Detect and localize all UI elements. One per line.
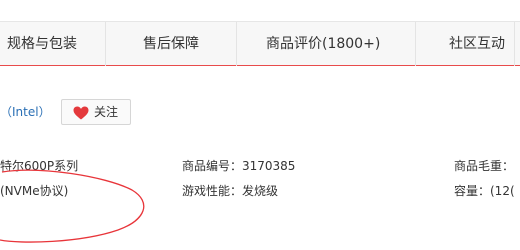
tab-divider — [514, 22, 515, 66]
tab-specs-packaging[interactable]: 规格与包装 — [7, 22, 77, 66]
param-gaming-performance: 游戏性能：发烧级 — [182, 184, 279, 198]
tab-divider — [236, 22, 237, 66]
product-tab-bar: 规格与包装 售后保障 商品评价(1800+) 社区互动 — [0, 21, 520, 66]
tab-after-sales[interactable]: 售后保障 — [143, 22, 199, 66]
param-protocol: (NVMe协议) — [0, 184, 69, 198]
tab-divider — [415, 22, 416, 66]
follow-button[interactable]: 关注 — [61, 99, 131, 125]
param-capacity: 容量：(12( — [454, 184, 515, 198]
param-product-id: 商品编号：3170385 — [182, 159, 296, 173]
follow-button-label: 关注 — [94, 105, 119, 119]
param-gross-weight: 商品毛重： — [454, 159, 515, 173]
heart-icon — [73, 106, 89, 120]
param-series: 特尔600P系列 — [0, 159, 79, 173]
brand-link[interactable]: （Intel） — [0, 103, 51, 121]
tab-divider — [105, 22, 106, 66]
tab-community[interactable]: 社区互动 — [449, 22, 505, 66]
tab-reviews[interactable]: 商品评价(1800+) — [266, 22, 380, 66]
